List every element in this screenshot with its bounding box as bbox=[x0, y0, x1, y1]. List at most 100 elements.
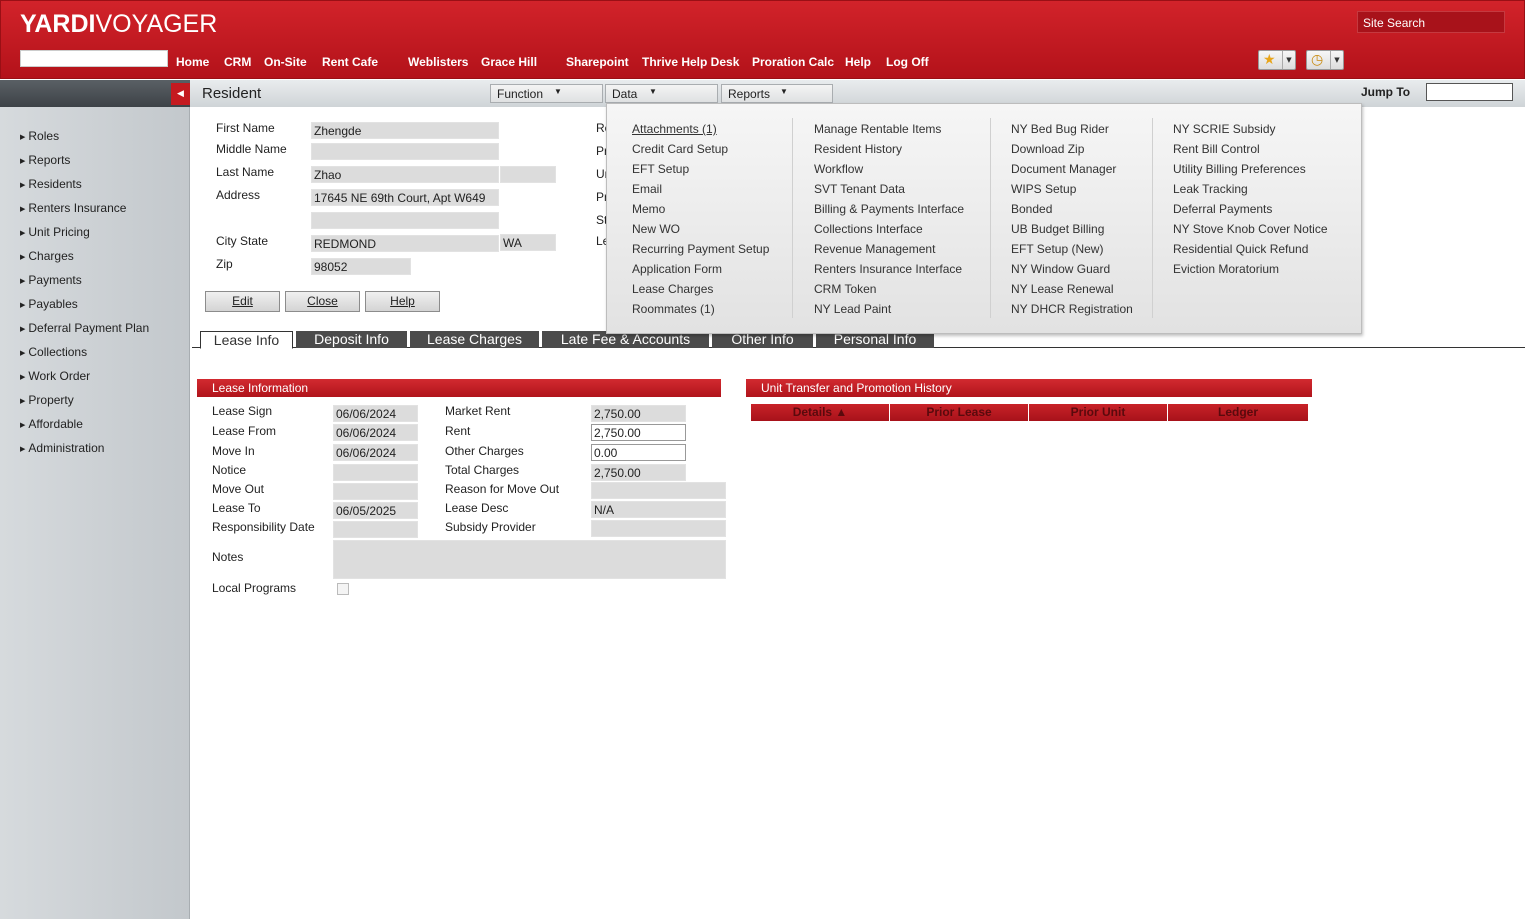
menu-item-download-zip[interactable]: Download Zip bbox=[1011, 142, 1084, 156]
menu-item-workflow[interactable]: Workflow bbox=[814, 162, 863, 176]
nav-home[interactable]: Home bbox=[176, 55, 209, 69]
menu-item-eft-setup[interactable]: EFT Setup bbox=[632, 162, 689, 176]
notice-label: Notice bbox=[212, 463, 247, 477]
sidebar-item-label: Affordable bbox=[28, 417, 83, 431]
nav-weblisters[interactable]: Weblisters bbox=[408, 55, 468, 69]
menu-item-manage-rentable-items[interactable]: Manage Rentable Items bbox=[814, 122, 941, 136]
menu-item-eviction-moratorium[interactable]: Eviction Moratorium bbox=[1173, 262, 1279, 276]
nav-thrive-help-desk[interactable]: Thrive Help Desk bbox=[642, 55, 739, 69]
sidebar-item-payments[interactable]: ▶ Payments bbox=[20, 273, 82, 287]
menu-item-deferral-payments[interactable]: Deferral Payments bbox=[1173, 202, 1272, 216]
close-button[interactable]: Close bbox=[285, 291, 360, 312]
tab-lease-info[interactable]: Lease Info bbox=[200, 331, 293, 349]
menu-item-wips-setup[interactable]: WIPS Setup bbox=[1011, 182, 1076, 196]
sidebar-item-collections[interactable]: ▶ Collections bbox=[20, 345, 87, 359]
menu-item-application-form[interactable]: Application Form bbox=[632, 262, 722, 276]
menu-item-eft-setup-new[interactable]: EFT Setup (New) bbox=[1011, 242, 1103, 256]
history-button[interactable]: ◷ ▼ bbox=[1306, 50, 1344, 70]
nav-sharepoint[interactable]: Sharepoint bbox=[566, 55, 629, 69]
menu-item-billing-payments-interface[interactable]: Billing & Payments Interface bbox=[814, 202, 964, 216]
menu-item-ny-scrie-subsidy[interactable]: NY SCRIE Subsidy bbox=[1173, 122, 1276, 136]
rent-input[interactable]: 2,750.00 bbox=[591, 424, 686, 441]
menu-item-new-wo[interactable]: New WO bbox=[632, 222, 680, 236]
column-prior-lease[interactable]: Prior Lease bbox=[890, 404, 1029, 421]
lease-desc-field: N/A bbox=[591, 501, 726, 518]
sidebar-item-work-order[interactable]: ▶ Work Order bbox=[20, 369, 90, 383]
sidebar-item-deferral-payment-plan[interactable]: ▶ Deferral Payment Plan bbox=[20, 321, 149, 335]
sidebar-item-property[interactable]: ▶ Property bbox=[20, 393, 74, 407]
menu-item-document-manager[interactable]: Document Manager bbox=[1011, 162, 1116, 176]
sidebar-item-unit-pricing[interactable]: ▶ Unit Pricing bbox=[20, 225, 90, 239]
nav-log-off[interactable]: Log Off bbox=[886, 55, 929, 69]
triangle-right-icon: ▶ bbox=[20, 254, 26, 261]
favorites-button[interactable]: ★ ▼ bbox=[1258, 50, 1296, 70]
menu-item-memo[interactable]: Memo bbox=[632, 202, 665, 216]
menu-item-email[interactable]: Email bbox=[632, 182, 662, 196]
menu-item-utility-billing-preferences[interactable]: Utility Billing Preferences bbox=[1173, 162, 1306, 176]
nav-onsite[interactable]: On-Site bbox=[264, 55, 307, 69]
sidebar-item-payables[interactable]: ▶ Payables bbox=[20, 297, 78, 311]
menu-item-svt-tenant-data[interactable]: SVT Tenant Data bbox=[814, 182, 905, 196]
history-clock-icon: ◷ bbox=[1311, 52, 1324, 68]
sidebar-item-roles[interactable]: ▶ Roles bbox=[20, 129, 59, 143]
nav-help[interactable]: Help bbox=[845, 55, 871, 69]
sidebar-item-residents[interactable]: ▶ Residents bbox=[20, 177, 82, 191]
sidebar-item-charges[interactable]: ▶ Charges bbox=[20, 249, 74, 263]
sidebar-item-renters-insurance[interactable]: ▶ Renters Insurance bbox=[20, 201, 126, 215]
menu-item-ny-stove-knob-cover-notice[interactable]: NY Stove Knob Cover Notice bbox=[1173, 222, 1328, 236]
tab-deposit-info[interactable]: Deposit Info bbox=[296, 331, 407, 348]
menu-item-residential-quick-refund[interactable]: Residential Quick Refund bbox=[1173, 242, 1308, 256]
collapse-arrow-icon[interactable]: ◀ bbox=[171, 83, 190, 105]
menu-item-ny-lease-renewal[interactable]: NY Lease Renewal bbox=[1011, 282, 1114, 296]
menu-item-recurring-payment-setup[interactable]: Recurring Payment Setup bbox=[632, 242, 769, 256]
jump-to-input[interactable] bbox=[1426, 83, 1513, 101]
menu-item-resident-history[interactable]: Resident History bbox=[814, 142, 902, 156]
menu-item-lease-charges[interactable]: Lease Charges bbox=[632, 282, 713, 296]
menu-item-revenue-management[interactable]: Revenue Management bbox=[814, 242, 935, 256]
sidebar-item-reports[interactable]: ▶ Reports bbox=[20, 153, 70, 167]
menu-item-ub-budget-billing[interactable]: UB Budget Billing bbox=[1011, 222, 1104, 236]
menu-item-ny-bed-bug-rider[interactable]: NY Bed Bug Rider bbox=[1011, 122, 1109, 136]
sidebar-item-administration[interactable]: ▶ Administration bbox=[20, 441, 104, 455]
sidebar-item-label: Work Order bbox=[28, 369, 91, 383]
sidebar-item-affordable[interactable]: ▶ Affordable bbox=[20, 417, 83, 431]
sidebar-item-label: Payables bbox=[28, 297, 78, 311]
move-in-label: Move In bbox=[212, 444, 255, 458]
property-search-input[interactable] bbox=[20, 50, 168, 67]
data-menu[interactable]: Data ▼ bbox=[605, 84, 718, 103]
menu-item-leak-tracking[interactable]: Leak Tracking bbox=[1173, 182, 1248, 196]
other-charges-input[interactable]: 0.00 bbox=[591, 444, 686, 461]
help-button[interactable]: Help bbox=[365, 291, 440, 312]
function-menu[interactable]: Function ▼ bbox=[490, 84, 603, 103]
menu-item-renters-insurance-interface[interactable]: Renters Insurance Interface bbox=[814, 262, 962, 276]
menu-item-ny-dhcr-registration[interactable]: NY DHCR Registration bbox=[1011, 302, 1133, 316]
nav-crm[interactable]: CRM bbox=[224, 55, 251, 69]
menu-item-ny-window-guard[interactable]: NY Window Guard bbox=[1011, 262, 1110, 276]
menu-item-attachments[interactable]: Attachments (1) bbox=[632, 122, 717, 136]
nav-grace-hill[interactable]: Grace Hill bbox=[481, 55, 537, 69]
menu-item-crm-token[interactable]: CRM Token bbox=[814, 282, 876, 296]
state-field: WA bbox=[500, 234, 556, 251]
nav-proration-calc[interactable]: Proration Calc bbox=[752, 55, 834, 69]
sidebar-item-label: Renters Insurance bbox=[28, 201, 127, 215]
menu-item-ny-lead-paint[interactable]: NY Lead Paint bbox=[814, 302, 891, 316]
menu-item-bonded[interactable]: Bonded bbox=[1011, 202, 1052, 216]
subsidy-provider-field bbox=[591, 520, 726, 537]
column-prior-unit[interactable]: Prior Unit bbox=[1029, 404, 1168, 421]
nav-rent-cafe[interactable]: Rent Cafe bbox=[322, 55, 378, 69]
triangle-right-icon: ▶ bbox=[20, 326, 26, 333]
reports-menu[interactable]: Reports ▼ bbox=[721, 84, 833, 103]
local-programs-checkbox[interactable] bbox=[337, 583, 349, 595]
menu-item-collections-interface[interactable]: Collections Interface bbox=[814, 222, 923, 236]
site-search-input[interactable]: Site Search bbox=[1357, 11, 1505, 33]
column-ledger[interactable]: Ledger bbox=[1168, 404, 1308, 421]
menu-item-rent-bill-control[interactable]: Rent Bill Control bbox=[1173, 142, 1260, 156]
menu-item-credit-card-setup[interactable]: Credit Card Setup bbox=[632, 142, 728, 156]
address-label: Address bbox=[216, 188, 261, 202]
column-details[interactable]: Details ▲ bbox=[751, 404, 890, 421]
tab-lease-charges[interactable]: Lease Charges bbox=[410, 331, 539, 348]
triangle-right-icon: ▶ bbox=[20, 398, 26, 405]
zip-field: 98052 bbox=[311, 258, 411, 275]
menu-item-roommates[interactable]: Roommates (1) bbox=[632, 302, 715, 316]
edit-button[interactable]: Edit bbox=[205, 291, 280, 312]
